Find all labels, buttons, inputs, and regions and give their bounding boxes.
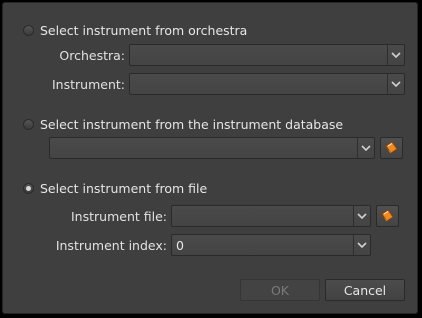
database-browse-button[interactable] [380,137,403,159]
database-radio[interactable] [23,119,34,130]
instrument-index-value: 0 [176,238,184,253]
chevron-down-icon[interactable] [353,206,370,226]
instrument-selection-dialog: Select instrument from orchestra Orchest… [2,2,418,314]
cancel-button[interactable]: Cancel [325,279,405,301]
instrument-file-select[interactable] [171,205,371,227]
orchestra-radio[interactable] [23,25,34,36]
open-folder-icon [385,141,398,154]
file-radio[interactable] [23,183,34,194]
orchestra-radio-label: Select instrument from orchestra [40,23,248,38]
instrument-index-label: Instrument index: [55,238,167,253]
chevron-down-icon[interactable] [357,138,374,158]
orchestra-select[interactable] [129,44,405,66]
instrument-select[interactable] [129,73,405,95]
file-browse-button[interactable] [376,205,399,227]
ok-button[interactable]: OK [240,279,320,301]
database-radio-label: Select instrument from the instrument da… [40,117,344,132]
open-folder-icon [381,209,394,222]
instrument-index-select[interactable]: 0 [171,234,371,256]
instrument-file-label: Instrument file: [71,209,167,224]
database-option[interactable]: Select instrument from the instrument da… [23,117,343,132]
chevron-down-icon[interactable] [353,235,370,255]
instrument-label: Instrument: [52,77,125,92]
orchestra-option[interactable]: Select instrument from orchestra [23,23,247,38]
chevron-down-icon[interactable] [387,74,404,94]
chevron-down-icon[interactable] [387,45,404,65]
file-option[interactable]: Select instrument from file [23,181,207,196]
orchestra-label: Orchestra: [59,48,125,63]
database-instrument-select[interactable] [49,137,375,159]
file-radio-label: Select instrument from file [40,181,208,196]
